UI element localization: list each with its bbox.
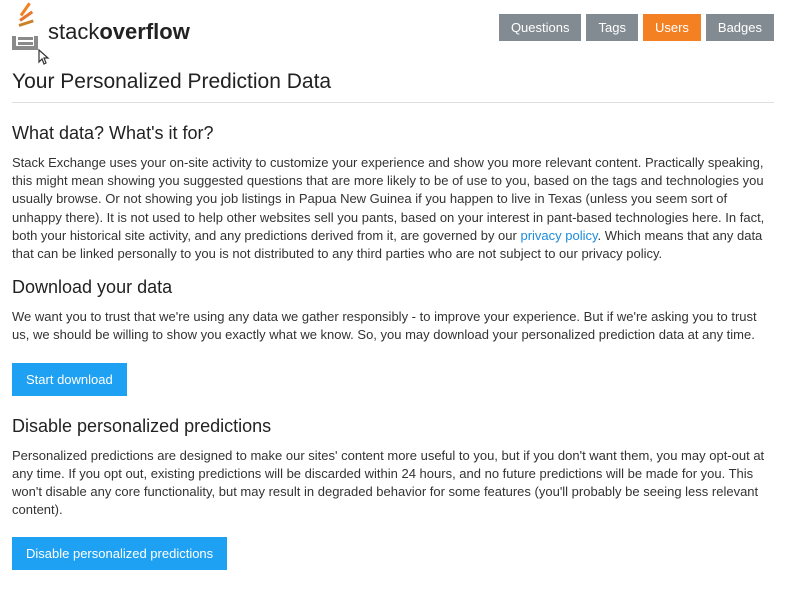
- section-what-title: What data? What's it for?: [12, 123, 774, 144]
- section-what-body: Stack Exchange uses your on-site activit…: [12, 154, 774, 263]
- nav-questions[interactable]: Questions: [499, 14, 582, 41]
- privacy-policy-link[interactable]: privacy policy: [520, 228, 597, 243]
- section-disable-title: Disable personalized predictions: [12, 416, 774, 437]
- title-divider: [12, 102, 774, 103]
- nav-users[interactable]: Users: [643, 14, 701, 41]
- start-download-button[interactable]: Start download: [12, 363, 127, 396]
- nav-badges[interactable]: Badges: [706, 14, 774, 41]
- header: stackoverflow Questions Tags Users Badge…: [12, 14, 774, 50]
- logo[interactable]: stackoverflow: [12, 14, 190, 50]
- page-title: Your Personalized Prediction Data: [12, 70, 774, 94]
- nav-tags[interactable]: Tags: [586, 14, 637, 41]
- disable-predictions-button[interactable]: Disable personalized predictions: [12, 537, 227, 570]
- logo-text: stackoverflow: [48, 19, 190, 45]
- stackoverflow-icon: [12, 14, 44, 50]
- top-nav: Questions Tags Users Badges: [499, 14, 774, 41]
- cursor-icon: [36, 48, 54, 73]
- section-disable-body: Personalized predictions are designed to…: [12, 447, 774, 520]
- section-download-title: Download your data: [12, 277, 774, 298]
- section-download-body: We want you to trust that we're using an…: [12, 308, 774, 344]
